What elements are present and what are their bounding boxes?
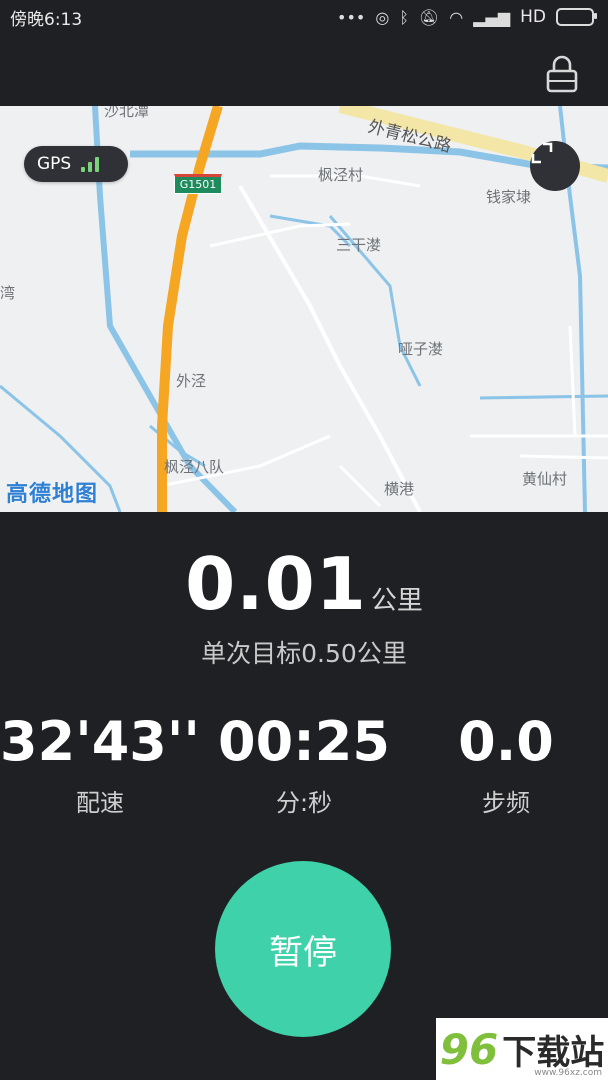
watermark-url: www.96xz.com bbox=[534, 1068, 602, 1078]
map-place-label: 哑子漤 bbox=[398, 340, 444, 358]
pace-value: 32'43'' bbox=[0, 710, 200, 773]
network-type: HD bbox=[520, 7, 546, 27]
map-provider-logo: 高德地图 bbox=[6, 482, 99, 507]
pace-label: 配速 bbox=[76, 789, 124, 817]
duration-value: 00:25 bbox=[218, 710, 390, 773]
top-toolbar bbox=[0, 34, 608, 106]
pace-metric: 32'43'' 配速 bbox=[0, 710, 200, 818]
distance-row: 0.01 公里 bbox=[0, 542, 608, 626]
cadence-value: 0.0 bbox=[458, 710, 554, 773]
stats-panel: 0.01 公里 单次目标0.50公里 32'43'' 配速 00:25 分:秒 0… bbox=[0, 512, 608, 1080]
status-time: 傍晚6:13 bbox=[10, 9, 83, 30]
map-place-label: 钱家埭 bbox=[486, 188, 532, 206]
mute-icon: 🔕︎ bbox=[418, 7, 440, 27]
cadence-metric: 0.0 步频 bbox=[406, 710, 606, 818]
route-map[interactable]: G1501 沙北潭 外青松公路 枫泾村 钱家埭 三干漤 湾 哑子漤 外泾 枫泾八… bbox=[0, 106, 608, 512]
map-place-label: 黄仙村 bbox=[522, 470, 568, 488]
duration-label: 分:秒 bbox=[275, 789, 333, 817]
map-place-label: 横港 bbox=[384, 480, 415, 498]
status-bar: 傍晚6:13 ••• ◎ ᛒ 🔕︎ ◠ ▂▄▆ HD bbox=[0, 0, 608, 34]
map-place-label: 外泾 bbox=[176, 372, 207, 390]
map-place-label: 三干漤 bbox=[336, 236, 382, 254]
duration-metric: 00:25 分:秒 bbox=[204, 710, 404, 818]
more-dots-icon: ••• bbox=[337, 7, 366, 27]
gps-indicator: GPS bbox=[24, 146, 128, 182]
distance-value: 0.01 bbox=[185, 542, 367, 626]
alarm-icon: ◎ bbox=[375, 7, 390, 27]
site-watermark: 96 下载站 www.96xz.com bbox=[436, 1018, 608, 1080]
battery-icon bbox=[556, 8, 597, 26]
goal-text: 单次目标0.50公里 bbox=[201, 639, 407, 668]
running-screen: 傍晚6:13 ••• ◎ ᛒ 🔕︎ ◠ ▂▄▆ HD G1501 沙北潭 外青松… bbox=[0, 0, 608, 1080]
map-place-label: 沙北潭 bbox=[104, 106, 150, 120]
watermark-number: 96 bbox=[439, 1024, 499, 1074]
gps-signal-icon bbox=[81, 156, 100, 172]
road-badge: G1501 bbox=[174, 174, 222, 194]
map-place-label: 湾 bbox=[0, 284, 16, 302]
fullscreen-map-button[interactable] bbox=[530, 141, 580, 191]
map-place-label: 枫泾八队 bbox=[164, 458, 225, 476]
bluetooth-icon: ᛒ bbox=[399, 7, 409, 27]
distance-unit: 公里 bbox=[370, 586, 423, 616]
lock-icon bbox=[546, 55, 578, 93]
wifi-icon: ◠ bbox=[449, 7, 464, 27]
map-place-label: 枫泾村 bbox=[318, 166, 364, 184]
pause-button[interactable]: 暂停 bbox=[215, 861, 391, 1037]
gps-label: GPS bbox=[37, 154, 72, 174]
watermark-text: 下载站 bbox=[502, 1032, 605, 1073]
status-icons: ••• ◎ ᛒ 🔕︎ ◠ ▂▄▆ HD bbox=[337, 7, 597, 27]
lock-button[interactable] bbox=[546, 54, 578, 94]
cell-signal-icon: ▂▄▆ bbox=[473, 7, 511, 27]
expand-icon bbox=[531, 142, 553, 164]
cadence-label: 步频 bbox=[482, 789, 530, 817]
